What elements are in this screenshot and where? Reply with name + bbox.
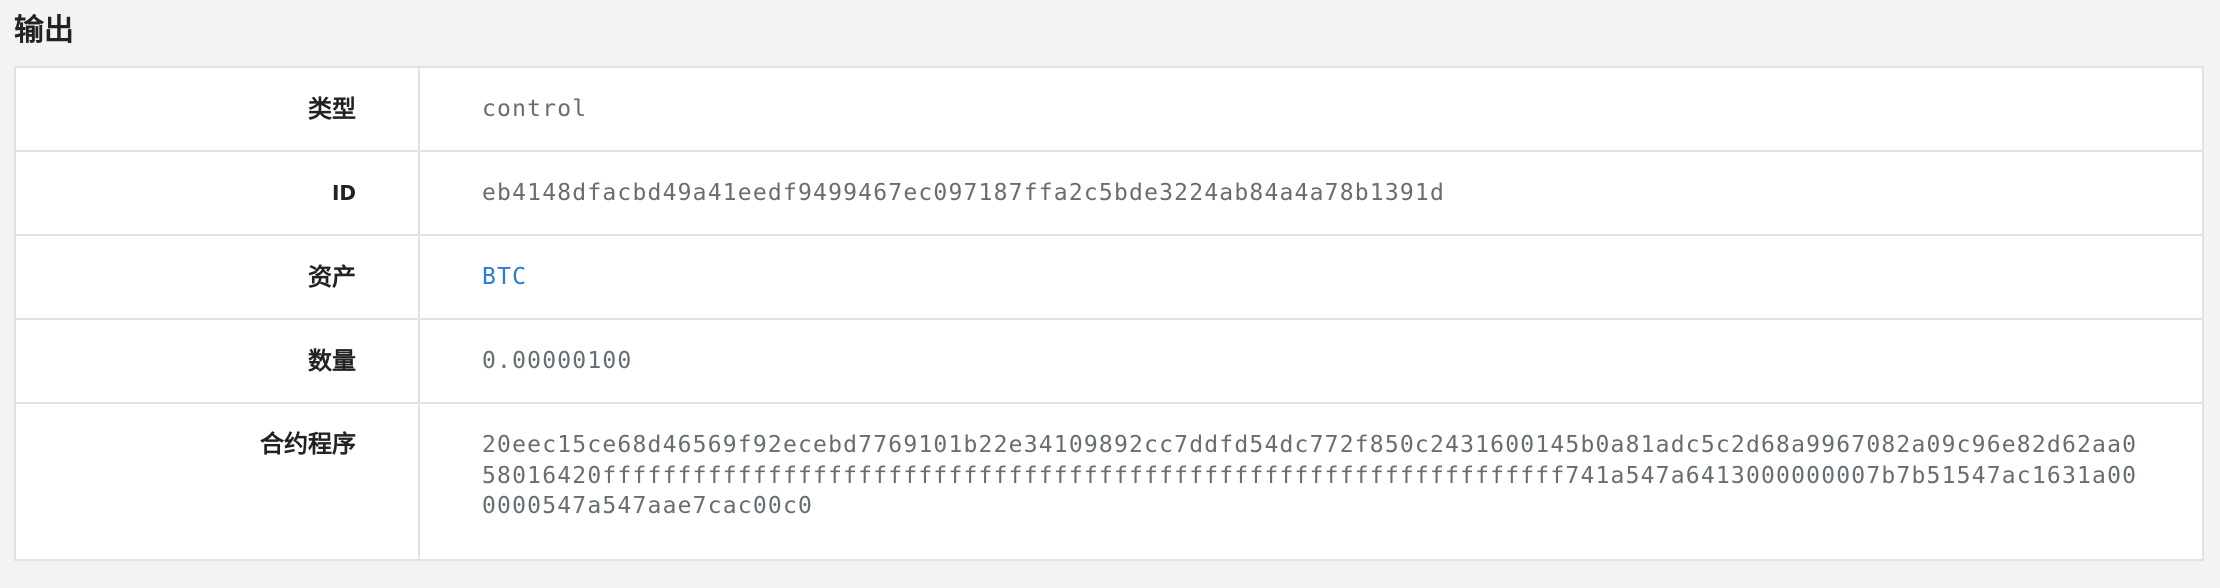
row-asset: 资产 BTC <box>14 234 2204 320</box>
row-type: 类型 control <box>14 66 2204 152</box>
section-title: 输出 <box>14 13 74 48</box>
id-value: eb4148dfacbd49a41eedf9499467ec097187ffa2… <box>418 150 2204 236</box>
row-amount: 数量 0.00000100 <box>14 318 2204 404</box>
asset-link[interactable]: BTC <box>482 264 527 290</box>
output-detail-table: 类型 control ID eb4148dfacbd49a41eedf94994… <box>14 66 2204 561</box>
asset-value-cell: BTC <box>418 234 2204 320</box>
id-label: ID <box>14 150 420 236</box>
amount-value: 0.00000100 <box>418 318 2204 404</box>
contract-program-label: 合约程序 <box>14 402 420 561</box>
asset-label: 资产 <box>14 234 420 320</box>
type-value: control <box>418 66 2204 152</box>
amount-label: 数量 <box>14 318 420 404</box>
row-id: ID eb4148dfacbd49a41eedf9499467ec097187f… <box>14 150 2204 236</box>
contract-program-value: 20eec15ce68d46569f92ecebd7769101b22e3410… <box>418 402 2204 561</box>
row-contract-program: 合约程序 20eec15ce68d46569f92ecebd7769101b22… <box>14 402 2204 561</box>
type-label: 类型 <box>14 66 420 152</box>
